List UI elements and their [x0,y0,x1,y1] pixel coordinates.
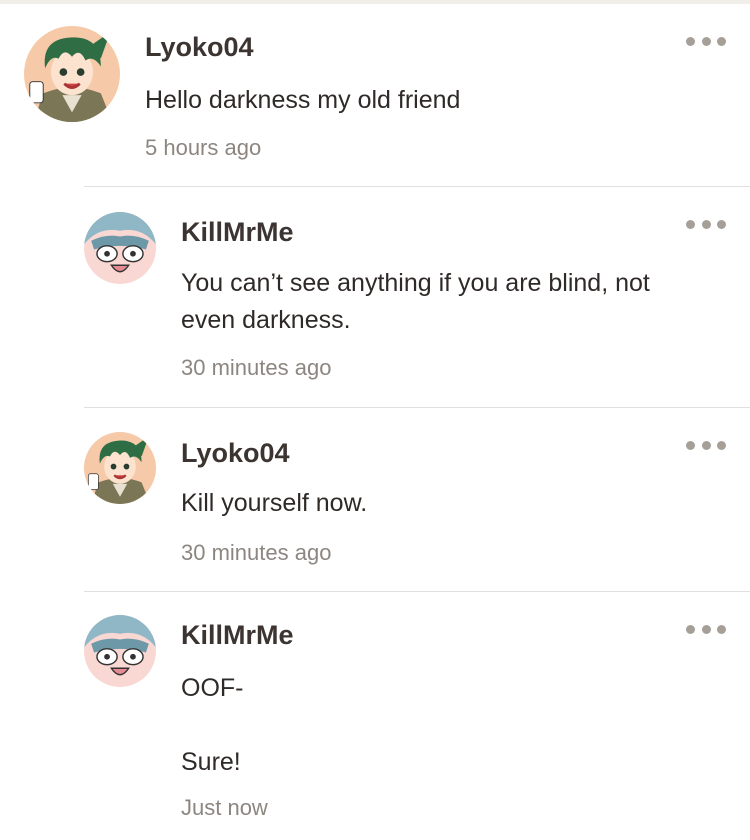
comment-text: Kill yourself now. [181,489,368,517]
more-options-button[interactable] [686,438,726,452]
dot-icon [717,36,726,46]
user-avatar[interactable] [84,615,156,687]
anime-boy-green-hair-icon [84,432,156,504]
dot-icon [701,440,711,450]
comment-username[interactable]: Lyoko04 [145,32,254,63]
reply-item: Lyoko04 Kill yourself now. 30 minutes ag… [0,408,750,591]
anime-boy-green-hair-icon [24,26,120,122]
dot-icon [717,219,726,229]
dot-icon [686,219,695,229]
user-avatar[interactable] [24,26,120,122]
more-options-button[interactable] [686,217,726,231]
comment-timestamp: 5 hours ago [145,135,262,160]
dot-icon [717,624,726,634]
comment-username[interactable]: KillMrMe [181,620,294,651]
dot-icon [701,36,711,46]
comment-timestamp: Just now [181,795,268,820]
dot-icon [686,440,695,450]
comment-username[interactable]: Lyoko04 [181,438,290,469]
anime-face-blue-hair-icon [84,212,156,284]
dot-icon [701,624,711,634]
comment-timestamp: 30 minutes ago [181,540,332,565]
comment-text: Hello darkness my old friend [145,86,461,114]
comment-text: You can’t see anything if you are blind,… [181,269,650,334]
reply-item: KillMrMe OOF- Sure! Just now [0,592,750,840]
comment-text: OOF- Sure! [181,674,244,776]
dot-icon [717,440,726,450]
more-options-button[interactable] [686,34,726,48]
anime-face-blue-hair-icon [84,615,156,687]
reply-item: KillMrMe You can’t see anything if you a… [0,187,750,407]
dot-icon [686,624,695,634]
dot-icon [686,36,695,46]
user-avatar[interactable] [84,212,156,284]
more-options-button[interactable] [686,622,726,636]
comment-item: Lyoko04 Hello darkness my old friend 5 h… [0,0,750,186]
comment-timestamp: 30 minutes ago [181,355,332,380]
user-avatar[interactable] [84,432,156,504]
comment-username[interactable]: KillMrMe [181,217,294,248]
dot-icon [701,219,711,229]
